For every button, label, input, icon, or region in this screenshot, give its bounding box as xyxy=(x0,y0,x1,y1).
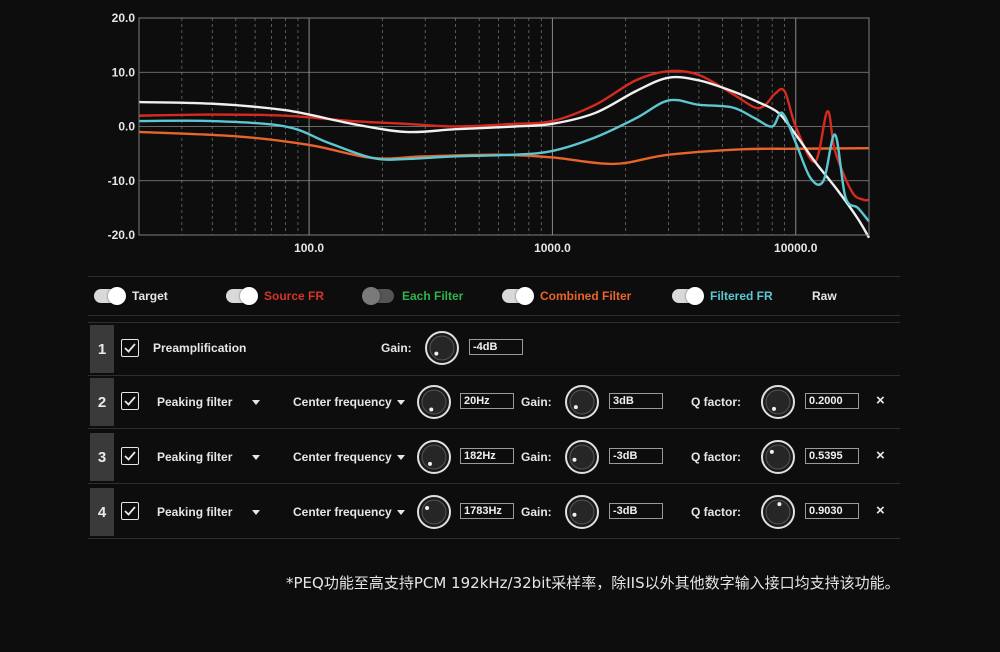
gain-knob[interactable] xyxy=(565,440,599,474)
row-number: 3 xyxy=(90,433,114,481)
gain-label: Gain: xyxy=(521,505,552,519)
legend-source-fr[interactable]: Source FR xyxy=(226,287,325,305)
combined-filter-toggle[interactable] xyxy=(502,287,534,305)
y-tick-label: 10.0 xyxy=(112,65,136,79)
legend-label: Raw xyxy=(812,289,837,303)
filter-type-select[interactable]: Peaking filter xyxy=(157,395,232,409)
check-icon xyxy=(124,343,136,353)
chevron-down-icon[interactable] xyxy=(252,510,260,515)
check-icon xyxy=(124,396,136,406)
y-tick-label: -10.0 xyxy=(108,174,136,188)
filter-row: 2 Peaking filter Center frequency 20Hz G… xyxy=(88,376,900,429)
remove-filter-icon[interactable]: × xyxy=(876,392,885,409)
each-filter-toggle[interactable] xyxy=(362,287,394,305)
filter-row: 4 Peaking filter Center frequency 1783Hz… xyxy=(88,486,900,539)
frequency-knob[interactable] xyxy=(417,440,451,474)
legend-label: Target xyxy=(132,289,168,303)
remove-filter-icon[interactable]: × xyxy=(876,447,885,464)
y-tick-label: 20.0 xyxy=(112,11,136,25)
row-number: 1 xyxy=(90,325,114,373)
x-tick-label: 10000.0 xyxy=(774,241,818,255)
q-factor-field[interactable]: 0.5395 xyxy=(805,448,859,464)
filter-enable-checkbox[interactable] xyxy=(121,392,139,410)
chevron-down-icon[interactable] xyxy=(397,400,405,405)
legend-raw[interactable]: Raw xyxy=(812,288,837,304)
legend-label: Combined Filter xyxy=(540,289,632,303)
chevron-down-icon[interactable] xyxy=(252,455,260,460)
legend-each-filter[interactable]: Each Filter xyxy=(362,287,464,305)
legend-label: Each Filter xyxy=(402,289,464,303)
gain-field[interactable]: -4dB xyxy=(469,339,523,355)
gain-field[interactable]: -3dB xyxy=(609,503,663,519)
frequency-knob[interactable] xyxy=(417,495,451,529)
filter-enable-checkbox[interactable] xyxy=(121,502,139,520)
center-frequency-select[interactable]: Center frequency xyxy=(293,450,392,464)
check-icon xyxy=(124,506,136,516)
gain-knob[interactable] xyxy=(425,331,459,365)
filter-enable-checkbox[interactable] xyxy=(121,447,139,465)
q-factor-field[interactable]: 0.9030 xyxy=(805,503,859,519)
x-tick-label: 100.0 xyxy=(294,241,324,255)
gain-label: Gain: xyxy=(521,450,552,464)
chevron-down-icon[interactable] xyxy=(397,510,405,515)
filtered-fr-toggle[interactable] xyxy=(672,287,704,305)
legend-filtered-fr[interactable]: Filtered FR xyxy=(672,287,773,305)
gain-label: Gain: xyxy=(381,341,412,355)
preamp-label: Preamplification xyxy=(153,341,247,355)
legend-label: Source FR xyxy=(264,289,325,303)
gain-field[interactable]: -3dB xyxy=(609,448,663,464)
target-toggle[interactable] xyxy=(94,287,126,305)
gain-knob[interactable] xyxy=(565,495,599,529)
gain-knob[interactable] xyxy=(565,385,599,419)
preamp-row: 1 Preamplification Gain: -4dB xyxy=(88,322,900,376)
y-tick-label: 0.0 xyxy=(118,120,135,134)
q-factor-label: Q factor: xyxy=(691,450,742,464)
frequency-response-chart: 20.0 10.0 0.0 -10.0 -20.0 100.0 1000.0 10000.0 xyxy=(108,11,871,255)
filter-type-select[interactable]: Peaking filter xyxy=(157,450,232,464)
gain-field[interactable]: 3dB xyxy=(609,393,663,409)
y-tick-label: -20.0 xyxy=(108,228,136,242)
row-number: 2 xyxy=(90,378,114,426)
chevron-down-icon[interactable] xyxy=(252,400,260,405)
check-icon xyxy=(124,451,136,461)
filter-type-select[interactable]: Peaking filter xyxy=(157,505,232,519)
frequency-field[interactable]: 20Hz xyxy=(460,393,514,409)
legend-target[interactable]: Target xyxy=(94,287,168,305)
legend-bar: Target Source FR Each Filter Combined Fi… xyxy=(88,276,900,316)
footnote: *PEQ功能至高支持PCM 192kHz/32bit采样率，除IIS以外其他数字… xyxy=(286,574,900,592)
source-fr-toggle[interactable] xyxy=(226,287,258,305)
frequency-field[interactable]: 1783Hz xyxy=(460,503,514,519)
q-factor-knob[interactable] xyxy=(761,385,795,419)
center-frequency-select[interactable]: Center frequency xyxy=(293,395,392,409)
x-tick-label: 1000.0 xyxy=(534,241,571,255)
frequency-knob[interactable] xyxy=(417,385,451,419)
q-factor-field[interactable]: 0.2000 xyxy=(805,393,859,409)
center-frequency-select[interactable]: Center frequency xyxy=(293,505,392,519)
q-factor-label: Q factor: xyxy=(691,505,742,519)
remove-filter-icon[interactable]: × xyxy=(876,502,885,519)
filter-row: 3 Peaking filter Center frequency 182Hz … xyxy=(88,431,900,484)
chevron-down-icon[interactable] xyxy=(397,455,405,460)
row-number: 4 xyxy=(90,488,114,536)
q-factor-knob[interactable] xyxy=(761,440,795,474)
gain-label: Gain: xyxy=(521,395,552,409)
frequency-field[interactable]: 182Hz xyxy=(460,448,514,464)
legend-label: Filtered FR xyxy=(710,289,773,303)
legend-combined-filter[interactable]: Combined Filter xyxy=(502,287,632,305)
q-factor-knob[interactable] xyxy=(761,495,795,529)
preamp-checkbox[interactable] xyxy=(121,339,139,357)
q-factor-label: Q factor: xyxy=(691,395,742,409)
